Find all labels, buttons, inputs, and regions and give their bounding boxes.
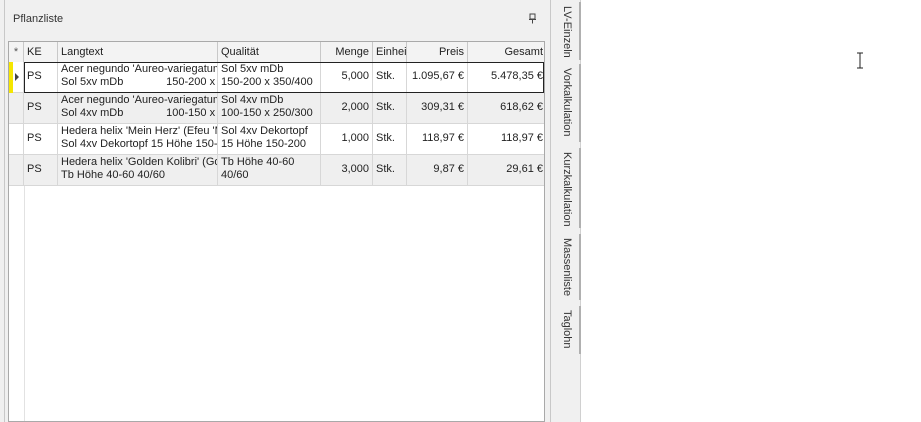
grid-header: * KE Langtext Qualität Menge Einhei Prei… [9,42,544,63]
column-header-ke[interactable]: KE [24,42,58,62]
qualitaet-line1: Sol 4xv mDb [221,94,284,106]
pflanzliste-panel: Pflanzliste * KE Langtext Qualität Menge… [0,0,553,422]
langtext-line2: Sol 5xv mDb 150-200 x 3 [61,76,218,88]
cell-menge[interactable]: 3,000 [321,155,373,186]
column-header-menge[interactable]: Menge [321,42,373,62]
cell-gesamt[interactable]: 5.478,35 € [468,62,544,93]
table-row[interactable]: PS Hedera helix 'Golden Kolibri' (Gold T… [9,155,544,186]
cell-langtext[interactable]: Hedera helix 'Mein Herz' (Efeu 'M Sol 4x… [58,124,218,155]
column-header-langtext[interactable]: Langtext [58,42,218,62]
langtext-line2: Sol 4xv mDb 100-150 x 2 [61,107,218,119]
table-row[interactable]: PS Acer negundo 'Aureo-variegatum Sol 5x… [9,62,544,93]
cell-qualitaet[interactable]: Sol 4xv Dekortopf 15 Höhe 150-200 [218,124,321,155]
content-area[interactable] [581,0,921,422]
row-indicator [9,62,24,93]
qualitaet-line1: Tb Höhe 40-60 [221,156,295,168]
table-row[interactable]: PS Acer negundo 'Aureo-variegatum Sol 4x… [9,93,544,124]
qualitaet-line2: 150-200 x 350/400 [221,76,313,88]
qualitaet-line1: Sol 4xv Dekortopf [221,125,308,137]
table-row[interactable]: PS Hedera helix 'Mein Herz' (Efeu 'M Sol… [9,124,544,155]
vertical-tab-strip: LV-Einzeln Vorkalkulation Kurzkalkulatio… [553,0,581,422]
column-header-einheit[interactable]: Einhei [373,42,407,62]
cell-ke[interactable]: PS [24,124,58,155]
langtext-line1: Hedera helix 'Golden Kolibri' (Gold [61,156,218,168]
cell-langtext[interactable]: Hedera helix 'Golden Kolibri' (Gold Tb H… [58,155,218,186]
column-header-star[interactable]: * [9,42,24,62]
langtext-line1: Hedera helix 'Mein Herz' (Efeu 'M [61,125,218,137]
row-indicator [9,124,24,155]
row-indicator [9,155,24,186]
cell-preis[interactable]: 1.095,67 € [407,62,468,93]
row-indicator [9,93,24,124]
tab-massenliste[interactable]: Massenliste [557,234,581,300]
cell-menge[interactable]: 1,000 [321,124,373,155]
cell-preis[interactable]: 118,97 € [407,124,468,155]
qualitaet-line2: 15 Höhe 150-200 [221,138,307,150]
cell-menge[interactable]: 2,000 [321,93,373,124]
tab-label: Taglohn [561,310,573,349]
current-row-arrow-icon [15,73,19,81]
qualitaet-line1: Sol 5xv mDb [221,63,284,75]
cell-gesamt[interactable]: 118,97 € [468,124,544,155]
cell-gesamt[interactable]: 618,62 € [468,93,544,124]
cell-qualitaet[interactable]: Tb Höhe 40-60 40/60 [218,155,321,186]
cell-qualitaet[interactable]: Sol 5xv mDb 150-200 x 350/400 [218,62,321,93]
column-header-qualitaet[interactable]: Qualität [218,42,321,62]
langtext-line1: Acer negundo 'Aureo-variegatum [61,63,218,75]
tab-lv-einzeln[interactable]: LV-Einzeln [557,2,581,60]
cell-einheit[interactable]: Stk. [373,155,407,186]
cell-ke[interactable]: PS [24,93,58,124]
tab-label: LV-Einzeln [561,6,573,58]
qualitaet-line2: 40/60 [221,169,249,181]
cell-ke[interactable]: PS [24,62,58,93]
panel-title: Pflanzliste [13,13,64,25]
cell-langtext[interactable]: Acer negundo 'Aureo-variegatum Sol 5xv m… [58,62,218,93]
tab-vorkalkulation[interactable]: Vorkalkulation [557,64,581,142]
tab-taglohn[interactable]: Taglohn [557,306,581,354]
text-cursor-icon [857,52,863,69]
tab-label: Kurzkalkulation [561,152,573,227]
cell-ke[interactable]: PS [24,155,58,186]
cell-gesamt[interactable]: 29,61 € [468,155,544,186]
langtext-line1: Acer negundo 'Aureo-variegatum [61,94,218,106]
cell-qualitaet[interactable]: Sol 4xv mDb 100-150 x 250/300 [218,93,321,124]
langtext-line2: Tb Höhe 40-60 40/60 [61,169,165,181]
cell-menge[interactable]: 5,000 [321,62,373,93]
cell-einheit[interactable]: Stk. [373,62,407,93]
cell-langtext[interactable]: Acer negundo 'Aureo-variegatum Sol 4xv m… [58,93,218,124]
pin-icon[interactable] [528,13,537,24]
selection-marker [9,62,13,93]
cell-preis[interactable]: 309,31 € [407,93,468,124]
tab-label: Massenliste [561,238,573,297]
tab-label: Vorkalkulation [561,68,573,137]
tab-kurzkalkulation[interactable]: Kurzkalkulation [557,148,581,228]
pflanzliste-grid[interactable]: * KE Langtext Qualität Menge Einhei Prei… [8,41,545,422]
column-header-gesamt[interactable]: Gesamt [468,42,544,62]
cell-einheit[interactable]: Stk. [373,124,407,155]
qualitaet-line2: 100-150 x 250/300 [221,107,313,119]
cell-preis[interactable]: 9,87 € [407,155,468,186]
cell-einheit[interactable]: Stk. [373,93,407,124]
column-separator [24,186,25,421]
column-header-preis[interactable]: Preis [407,42,468,62]
langtext-line2: Sol 4xv Dekortopf 15 Höhe 150-2 [61,138,218,150]
